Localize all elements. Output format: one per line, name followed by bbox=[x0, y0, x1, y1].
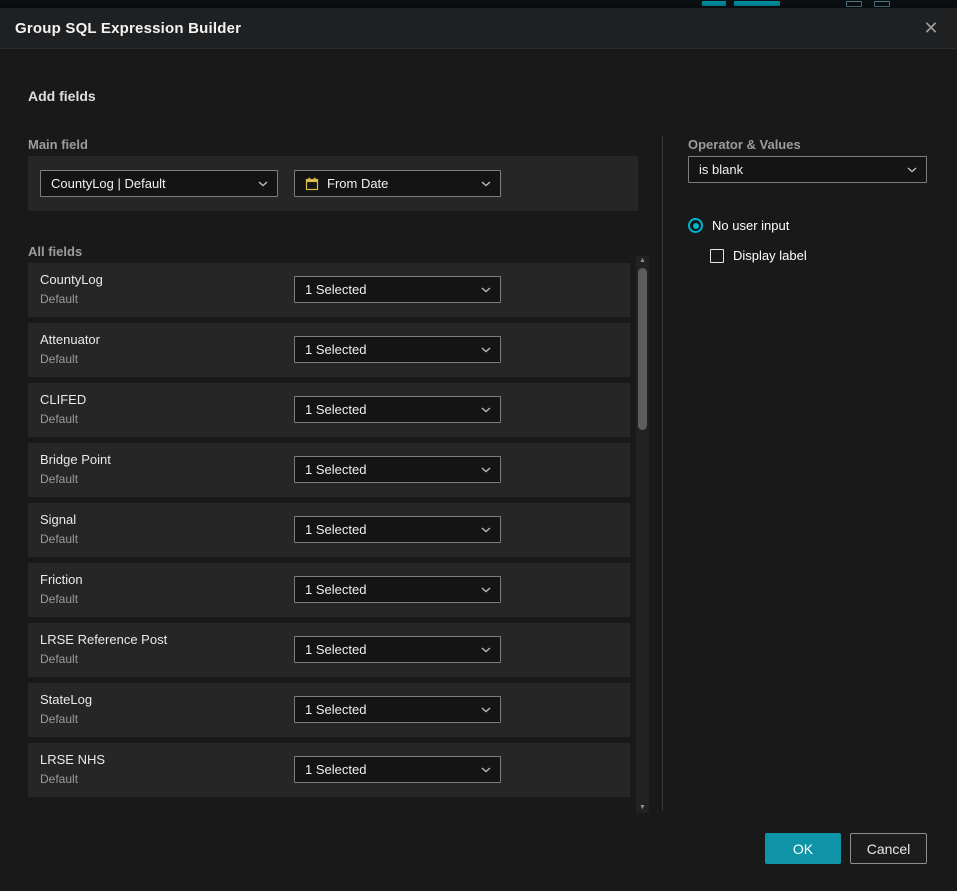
selected-count-select[interactable]: 1 Selected bbox=[294, 516, 501, 543]
chevron-down-icon bbox=[473, 287, 491, 293]
section-title: Add fields bbox=[28, 88, 96, 104]
chevron-down-icon bbox=[473, 707, 491, 713]
selected-count-select[interactable]: 1 Selected bbox=[294, 276, 501, 303]
background-app-strip bbox=[0, 0, 957, 8]
selected-count-select[interactable]: 1 Selected bbox=[294, 336, 501, 363]
main-field-label: Main field bbox=[28, 137, 88, 152]
screen: Group SQL Expression Builder ✕ Add field… bbox=[0, 0, 957, 891]
field-sublabel: Default bbox=[40, 352, 78, 366]
field-sublabel: Default bbox=[40, 532, 78, 546]
chevron-down-icon bbox=[473, 407, 491, 413]
field-name: Bridge Point bbox=[40, 452, 111, 467]
field-row: CountyLog Default 1 Selected bbox=[28, 263, 630, 317]
selected-count-select[interactable]: 1 Selected bbox=[294, 696, 501, 723]
selected-count-value: 1 Selected bbox=[305, 402, 366, 417]
selected-count-select[interactable]: 1 Selected bbox=[294, 456, 501, 483]
background-app-fragment bbox=[734, 1, 780, 6]
field-sublabel: Default bbox=[40, 472, 78, 486]
field-row: LRSE Reference Post Default 1 Selected bbox=[28, 623, 630, 677]
operator-select-value: is blank bbox=[699, 162, 743, 177]
field-row: LRSE NHS Default 1 Selected bbox=[28, 743, 630, 797]
cancel-button[interactable]: Cancel bbox=[850, 833, 927, 864]
field-row: CLIFED Default 1 Selected bbox=[28, 383, 630, 437]
chevron-down-icon bbox=[250, 181, 268, 187]
background-app-fragment bbox=[874, 1, 890, 7]
selected-count-value: 1 Selected bbox=[305, 522, 366, 537]
selected-count-value: 1 Selected bbox=[305, 642, 366, 657]
field-name: Friction bbox=[40, 572, 83, 587]
ok-button[interactable]: OK bbox=[765, 833, 841, 864]
chevron-down-icon bbox=[899, 167, 917, 173]
radio-selected-icon[interactable] bbox=[688, 218, 703, 233]
selected-count-select[interactable]: 1 Selected bbox=[294, 756, 501, 783]
scroll-down-icon[interactable]: ▼ bbox=[636, 803, 649, 813]
operator-select[interactable]: is blank bbox=[688, 156, 927, 183]
scrollbar[interactable]: ▲ ▼ bbox=[636, 256, 649, 813]
field-row: StateLog Default 1 Selected bbox=[28, 683, 630, 737]
selected-count-value: 1 Selected bbox=[305, 762, 366, 777]
no-user-input-label: No user input bbox=[712, 218, 789, 233]
field-name: StateLog bbox=[40, 692, 92, 707]
field-sublabel: Default bbox=[40, 772, 78, 786]
selected-count-value: 1 Selected bbox=[305, 342, 366, 357]
layer-select[interactable]: CountyLog | Default bbox=[40, 170, 278, 197]
field-select[interactable]: From Date bbox=[294, 170, 501, 197]
chevron-down-icon bbox=[473, 467, 491, 473]
close-icon[interactable]: ✕ bbox=[920, 19, 942, 37]
field-row: Bridge Point Default 1 Selected bbox=[28, 443, 630, 497]
display-label-label: Display label bbox=[733, 248, 807, 263]
field-sublabel: Default bbox=[40, 292, 78, 306]
field-name: Attenuator bbox=[40, 332, 100, 347]
selected-count-value: 1 Selected bbox=[305, 702, 366, 717]
selected-count-value: 1 Selected bbox=[305, 282, 366, 297]
field-name: CountyLog bbox=[40, 272, 103, 287]
layer-select-value: CountyLog | Default bbox=[51, 176, 166, 191]
scrollbar-thumb[interactable] bbox=[638, 268, 647, 430]
no-user-input-radio[interactable]: No user input bbox=[688, 218, 789, 233]
operator-values-label: Operator & Values bbox=[688, 137, 801, 152]
calendar-icon bbox=[305, 177, 319, 191]
all-fields-label: All fields bbox=[28, 244, 82, 259]
display-label-checkbox[interactable]: Display label bbox=[710, 248, 807, 263]
checkbox-unchecked-icon[interactable] bbox=[710, 249, 724, 263]
field-select-value: From Date bbox=[327, 176, 388, 191]
selected-count-select[interactable]: 1 Selected bbox=[294, 636, 501, 663]
background-app-fragment bbox=[846, 1, 862, 7]
field-row: Friction Default 1 Selected bbox=[28, 563, 630, 617]
dialog-group-sql-expression-builder: Group SQL Expression Builder ✕ Add field… bbox=[0, 8, 957, 891]
selected-count-select[interactable]: 1 Selected bbox=[294, 396, 501, 423]
background-app-fragment bbox=[702, 1, 726, 6]
field-sublabel: Default bbox=[40, 592, 78, 606]
scroll-up-icon[interactable]: ▲ bbox=[636, 256, 649, 266]
field-row: Attenuator Default 1 Selected bbox=[28, 323, 630, 377]
chevron-down-icon bbox=[473, 527, 491, 533]
all-fields-list: CountyLog Default 1 Selected Attenuator … bbox=[28, 263, 630, 803]
field-sublabel: Default bbox=[40, 412, 78, 426]
selected-count-value: 1 Selected bbox=[305, 582, 366, 597]
dialog-header: Group SQL Expression Builder ✕ bbox=[0, 8, 957, 49]
chevron-down-icon bbox=[473, 647, 491, 653]
field-sublabel: Default bbox=[40, 652, 78, 666]
chevron-down-icon bbox=[473, 767, 491, 773]
field-sublabel: Default bbox=[40, 712, 78, 726]
field-name: Signal bbox=[40, 512, 76, 527]
main-field-panel: CountyLog | Default From Date bbox=[28, 156, 638, 211]
selected-count-select[interactable]: 1 Selected bbox=[294, 576, 501, 603]
column-divider bbox=[662, 136, 663, 811]
field-name: LRSE NHS bbox=[40, 752, 105, 767]
chevron-down-icon bbox=[473, 347, 491, 353]
dialog-title: Group SQL Expression Builder bbox=[15, 20, 241, 37]
chevron-down-icon bbox=[473, 181, 491, 187]
field-name: LRSE Reference Post bbox=[40, 632, 167, 647]
selected-count-value: 1 Selected bbox=[305, 462, 366, 477]
chevron-down-icon bbox=[473, 587, 491, 593]
field-row: Signal Default 1 Selected bbox=[28, 503, 630, 557]
field-name: CLIFED bbox=[40, 392, 86, 407]
